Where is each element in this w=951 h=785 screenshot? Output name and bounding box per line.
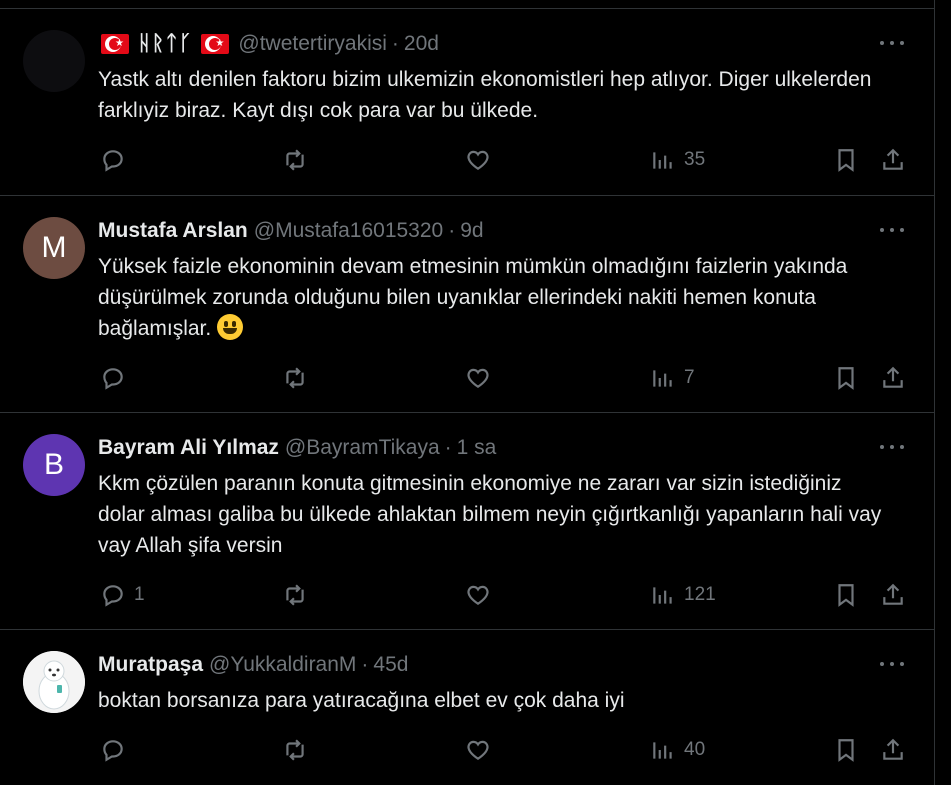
share-button[interactable] <box>880 144 906 176</box>
reply-button[interactable]: 1 <box>100 579 145 611</box>
retweet-button[interactable] <box>282 362 316 394</box>
share-icon <box>883 366 903 388</box>
views-chart-icon <box>653 587 672 604</box>
views-button[interactable]: 35 <box>650 144 705 176</box>
bookmark-icon <box>838 739 854 762</box>
retweet-icon <box>286 739 304 761</box>
separator-dot: · <box>391 32 399 55</box>
avatar[interactable]: B <box>23 434 85 496</box>
view-count: 121 <box>684 584 716 605</box>
user-handle[interactable]: @BayramTikaya <box>285 436 440 460</box>
polar-bear-avatar-icon <box>23 651 85 713</box>
like-button[interactable] <box>465 734 499 766</box>
views-chart-icon <box>653 742 672 759</box>
retweet-button[interactable] <box>282 144 316 176</box>
tweet-text: Yüksek faizle ekonominin devam etmesinin… <box>98 255 848 340</box>
more-dots-icon[interactable] <box>880 33 904 53</box>
timestamp[interactable]: 9d <box>460 219 483 243</box>
avatar[interactable]: M <box>23 217 85 279</box>
tweet[interactable]: Muratpaşa @YukkaldiranM · 45d boktan bor… <box>0 630 934 785</box>
more-dots-icon[interactable] <box>880 220 904 240</box>
share-icon <box>883 738 903 760</box>
reply-icon <box>103 150 123 172</box>
tweet-header: Muratpaşa @YukkaldiranM · 45d <box>98 651 910 679</box>
tweet[interactable]: B Bayram Ali Yılmaz @BayramTikaya · 1 sa… <box>0 413 934 630</box>
tweet-header: ᚺᚱᛏᚴ @twetertiryakisi · 20d <box>98 30 910 58</box>
action-bar: 40 <box>0 734 934 766</box>
retweet-button[interactable] <box>282 579 316 611</box>
retweet-icon <box>286 149 304 171</box>
action-bar: 7 <box>0 362 934 394</box>
like-button[interactable] <box>465 579 499 611</box>
bookmark-icon <box>838 149 854 172</box>
bookmark-button[interactable] <box>833 734 859 766</box>
bookmark-button[interactable] <box>833 362 859 394</box>
view-count: 7 <box>684 367 695 388</box>
user-handle[interactable]: @twetertiryakisi <box>238 32 387 56</box>
reply-button[interactable] <box>100 734 134 766</box>
like-button[interactable] <box>465 144 499 176</box>
grinning-face-emoji-icon <box>217 314 244 340</box>
view-count: 40 <box>684 739 706 760</box>
reply-icon <box>103 585 123 607</box>
views-button[interactable]: 121 <box>650 579 716 611</box>
tweet-text: Yastk altı denilen faktoru bizim ulkemiz… <box>98 68 872 122</box>
action-bar: 35 <box>0 144 934 176</box>
heart-icon <box>467 740 489 760</box>
share-button[interactable] <box>880 362 906 394</box>
heart-icon <box>467 585 489 605</box>
share-button[interactable] <box>880 734 906 766</box>
user-display-name[interactable]: ᚺᚱᛏᚴ <box>138 32 192 56</box>
reply-icon <box>103 368 123 390</box>
views-chart-icon <box>653 370 672 387</box>
heart-icon <box>467 368 489 388</box>
view-count: 35 <box>684 149 706 170</box>
more-dots-icon[interactable] <box>880 654 904 674</box>
reply-icon <box>103 740 123 762</box>
separator-dot: · <box>361 653 369 676</box>
like-button[interactable] <box>465 362 499 394</box>
timestamp[interactable]: 45d <box>373 653 408 677</box>
views-button[interactable]: 40 <box>650 734 705 766</box>
avatar[interactable] <box>23 30 85 92</box>
user-handle[interactable]: @YukkaldiranM <box>209 653 356 677</box>
retweet-button[interactable] <box>282 734 316 766</box>
more-dots-icon[interactable] <box>880 437 904 457</box>
tweet-text-block: Yüksek faizle ekonominin devam etmesinin… <box>98 251 894 344</box>
timeline: ᚺᚱᛏᚴ @twetertiryakisi · 20d Yastk altı d… <box>0 0 935 785</box>
turkey-flag-icon <box>101 34 129 54</box>
separator-dot: · <box>448 219 456 242</box>
tweet[interactable]: M Mustafa Arslan @Mustafa16015320 · 9d Y… <box>0 196 934 413</box>
turkey-flag-icon <box>201 34 230 54</box>
reply-button[interactable] <box>100 144 134 176</box>
user-handle[interactable]: @Mustafa16015320 <box>254 219 443 243</box>
tweet-text: boktan borsanıza para yatıracağına elbet… <box>98 689 625 712</box>
heart-icon <box>467 150 489 170</box>
tweet[interactable]: ᚺᚱᛏᚴ @twetertiryakisi · 20d Yastk altı d… <box>0 9 934 196</box>
share-button[interactable] <box>880 579 906 611</box>
user-display-name[interactable]: Bayram Ali Yılmaz <box>98 436 279 460</box>
share-icon <box>883 148 903 170</box>
share-icon <box>883 583 903 605</box>
tweet-header: Mustafa Arslan @Mustafa16015320 · 9d <box>98 217 910 245</box>
user-display-name[interactable]: Mustafa Arslan <box>98 219 248 243</box>
retweet-icon <box>286 584 304 606</box>
tweet-header: Bayram Ali Yılmaz @BayramTikaya · 1 sa <box>98 434 910 462</box>
views-button[interactable]: 7 <box>650 362 695 394</box>
reply-button[interactable] <box>100 362 134 394</box>
timestamp[interactable]: 20d <box>404 32 439 56</box>
bookmark-button[interactable] <box>833 579 859 611</box>
bookmark-button[interactable] <box>833 144 859 176</box>
user-display-name[interactable]: Muratpaşa <box>98 653 203 677</box>
action-bar: 1 121 <box>0 579 934 611</box>
timestamp[interactable]: 1 sa <box>457 436 497 460</box>
retweet-icon <box>286 367 304 389</box>
views-chart-icon <box>653 152 672 169</box>
tweet-text: Kkm çözülen paranın konuta gitmesinin ek… <box>98 472 882 557</box>
bookmark-icon <box>838 367 854 390</box>
reply-count: 1 <box>134 584 145 605</box>
bookmark-icon <box>838 584 854 607</box>
avatar[interactable] <box>23 651 85 713</box>
separator-dot: · <box>444 436 452 459</box>
